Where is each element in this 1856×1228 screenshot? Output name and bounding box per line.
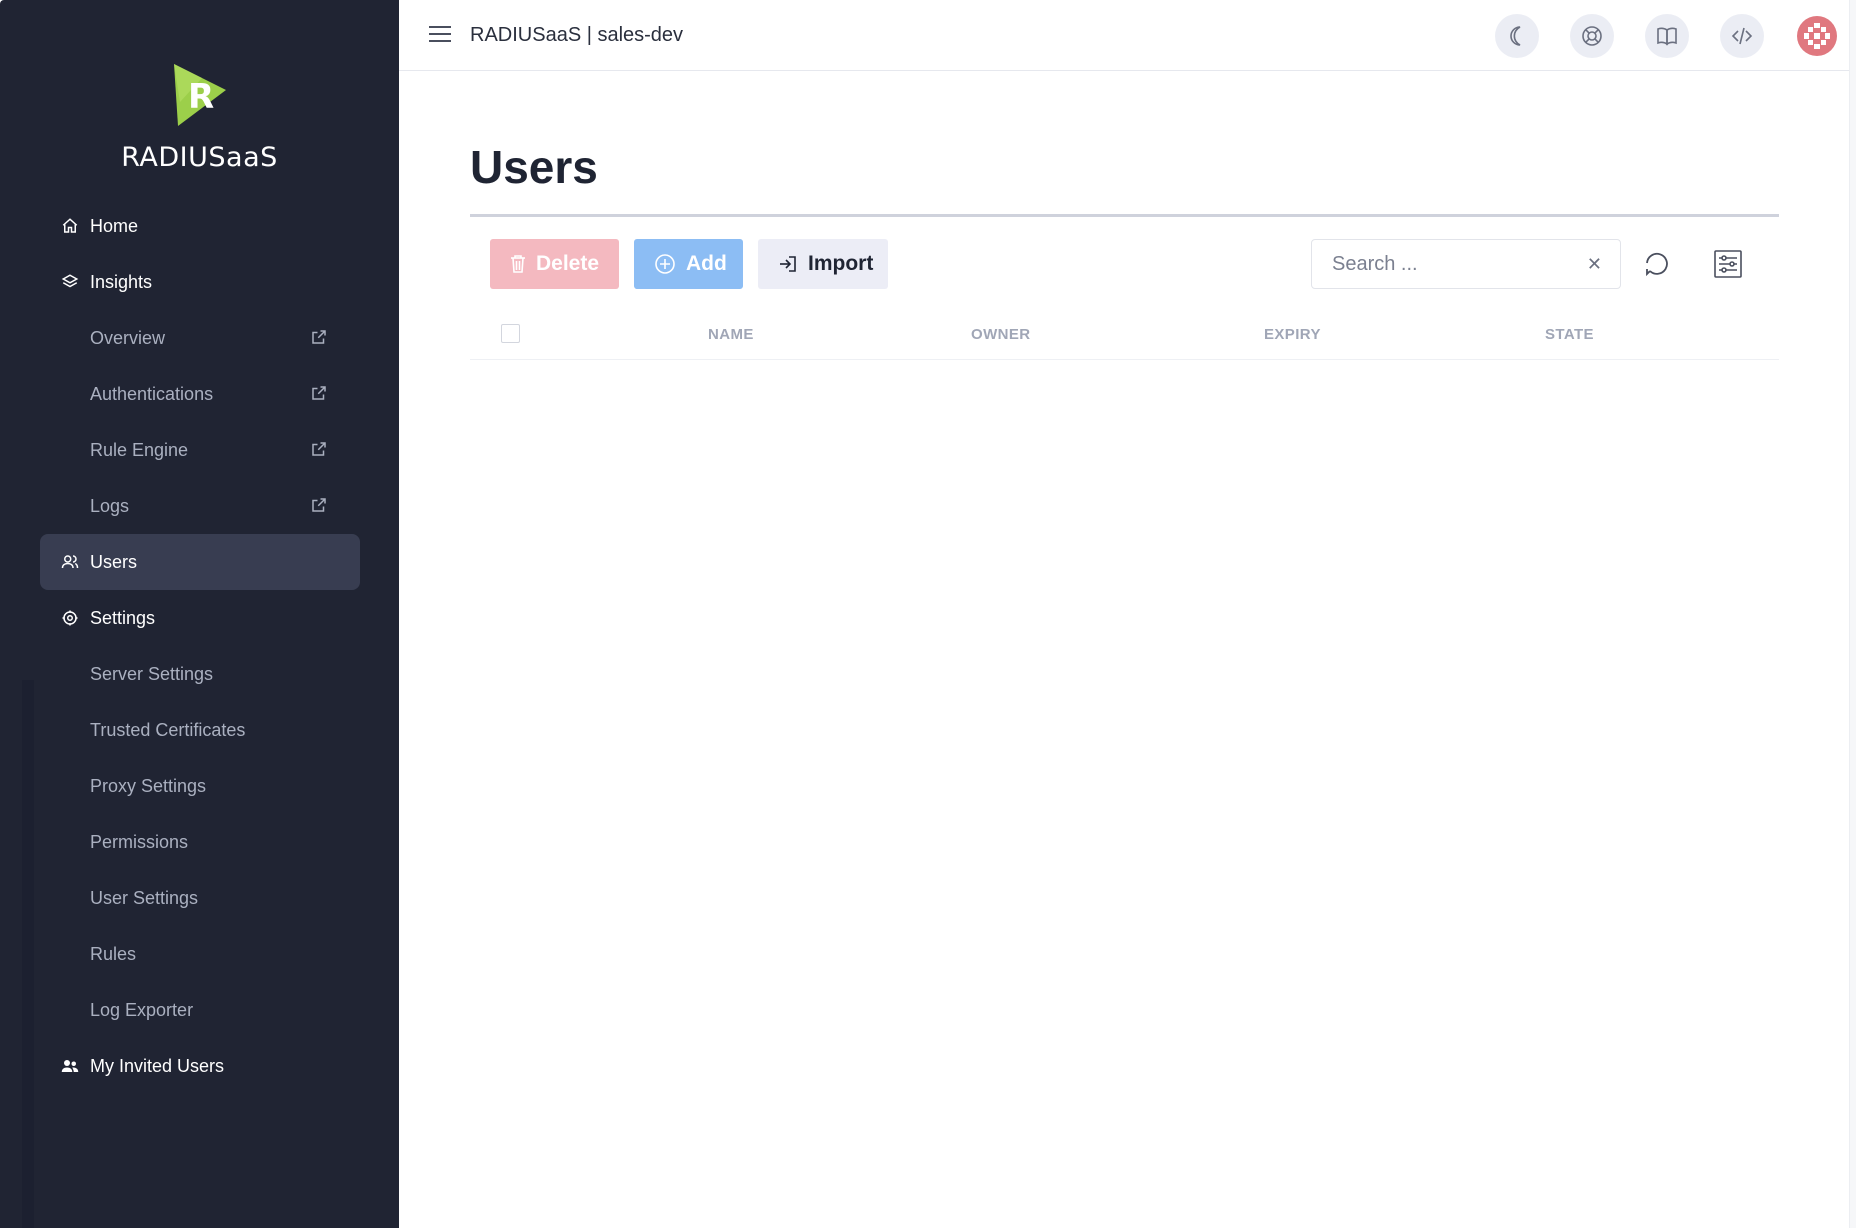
sidebar-item-overview[interactable]: Overview <box>40 310 360 366</box>
sidebar-item-trusted-certificates[interactable]: Trusted Certificates <box>40 702 360 758</box>
column-header-name[interactable]: NAME <box>708 326 754 343</box>
top-bar: RADIUSaaS | sales-dev <box>399 0 1849 71</box>
sidebar-item-label: User Settings <box>90 887 199 908</box>
layers-icon <box>60 272 80 292</box>
external-link-icon <box>312 386 326 400</box>
sidebar-item-authentications[interactable]: Authentications <box>40 366 360 422</box>
logo-icon: R <box>173 64 226 126</box>
add-button[interactable]: Add <box>634 239 743 289</box>
sidebar: R RADIUSaaS Home Insights Overview Authe… <box>0 0 399 1228</box>
users-table-header: NAME OWNER EXPIRY STATE <box>470 318 1779 360</box>
refresh-icon[interactable] <box>1642 249 1672 279</box>
sidebar-item-label: Log Exporter <box>90 999 194 1020</box>
import-button[interactable]: Import <box>758 239 888 289</box>
moon-icon[interactable] <box>1495 14 1539 58</box>
sidebar-item-label: Rule Engine <box>90 439 189 460</box>
search-input[interactable] <box>1332 252 1572 276</box>
sidebar-item-home[interactable]: Home <box>40 198 360 254</box>
delete-button[interactable]: Delete <box>490 239 619 289</box>
sidebar-item-server-settings[interactable]: Server Settings <box>40 646 360 702</box>
delete-label: Delete <box>536 252 600 275</box>
brand-name: RADIUSaaS <box>121 142 278 173</box>
column-settings-icon[interactable] <box>1714 250 1742 278</box>
sidebar-item-proxy-settings[interactable]: Proxy Settings <box>40 758 360 814</box>
sidebar-item-my-invited-users[interactable]: My Invited Users <box>40 1038 360 1094</box>
brand-logo[interactable]: R RADIUSaaS <box>0 62 399 173</box>
sidebar-item-log-exporter[interactable]: Log Exporter <box>40 982 360 1038</box>
code-icon[interactable] <box>1720 14 1764 58</box>
plus-circle-icon <box>654 253 676 275</box>
lifebuoy-icon[interactable] <box>1570 14 1614 58</box>
select-all-checkbox[interactable] <box>501 324 520 343</box>
sidebar-item-label: Trusted Certificates <box>90 719 246 740</box>
sidebar-item-label: Proxy Settings <box>90 775 207 796</box>
sidebar-item-label: Logs <box>90 495 130 516</box>
title-divider <box>470 214 1779 217</box>
users-icon <box>60 552 80 572</box>
trash-icon <box>510 254 526 274</box>
sidebar-item-logs[interactable]: Logs <box>40 478 360 534</box>
top-actions <box>1464 14 1839 58</box>
sidebar-item-label: Users <box>90 551 138 572</box>
app-title: RADIUSaaS | sales-dev <box>470 24 684 46</box>
users-toolbar: Delete Add Import <box>490 239 903 289</box>
avatar[interactable] <box>1795 14 1839 58</box>
sidebar-item-label: Authentications <box>90 383 214 404</box>
import-label: Import <box>808 252 874 275</box>
sidebar-item-insights[interactable]: Insights <box>40 254 360 310</box>
sidebar-item-label: Rules <box>90 943 137 964</box>
page-title: Users <box>470 141 598 193</box>
gear-icon <box>60 608 80 628</box>
import-icon <box>778 254 798 274</box>
sidebar-item-users[interactable]: Users <box>40 534 360 590</box>
sidebar-item-label: Settings <box>90 607 156 628</box>
page-scrollbar[interactable] <box>1849 0 1856 1228</box>
menu-toggle-icon[interactable] <box>429 26 451 44</box>
sidebar-item-label: Overview <box>90 327 166 348</box>
external-link-icon <box>312 442 326 456</box>
sidebar-nav: Home Insights Overview Authentications R… <box>40 198 360 1094</box>
column-header-state[interactable]: STATE <box>1545 326 1594 343</box>
sidebar-item-label: Insights <box>90 271 153 292</box>
column-header-owner[interactable]: OWNER <box>971 326 1031 343</box>
sidebar-item-user-settings[interactable]: User Settings <box>40 870 360 926</box>
sidebar-item-label: My Invited Users <box>90 1055 225 1076</box>
clear-icon[interactable]: ✕ <box>1587 254 1602 275</box>
svg-text:R: R <box>188 77 214 117</box>
home-icon <box>60 216 80 236</box>
add-label: Add <box>686 252 727 275</box>
search-field: ✕ <box>1311 239 1621 289</box>
sidebar-item-label: Home <box>90 215 139 236</box>
sidebar-item-settings[interactable]: Settings <box>40 590 360 646</box>
sidebar-item-rule-engine[interactable]: Rule Engine <box>40 422 360 478</box>
external-link-icon <box>312 498 326 512</box>
people-icon <box>60 1056 80 1076</box>
sidebar-shade <box>22 680 34 1228</box>
sidebar-item-rules[interactable]: Rules <box>40 926 360 982</box>
sidebar-item-permissions[interactable]: Permissions <box>40 814 360 870</box>
book-icon[interactable] <box>1645 14 1689 58</box>
sidebar-item-label: Permissions <box>90 831 189 852</box>
column-header-expiry[interactable]: EXPIRY <box>1264 326 1321 343</box>
sidebar-item-label: Server Settings <box>90 663 214 684</box>
external-link-icon <box>312 330 326 344</box>
